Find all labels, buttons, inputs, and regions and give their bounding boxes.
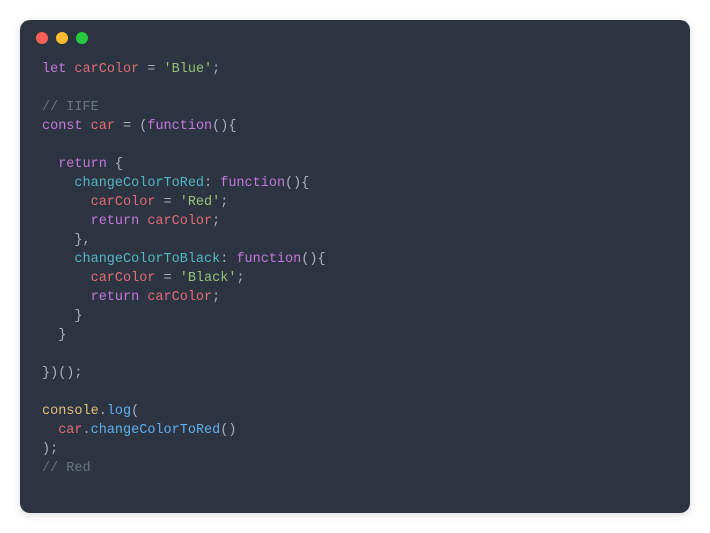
variable-car: car bbox=[58, 423, 82, 438]
paren-brace: (){ bbox=[285, 176, 309, 191]
paren-close-semi: ); bbox=[42, 442, 58, 457]
dot: . bbox=[99, 404, 107, 419]
keyword-let: let bbox=[42, 62, 66, 77]
variable-carcolor: carColor bbox=[91, 195, 156, 210]
colon: : bbox=[204, 176, 220, 191]
keyword-return: return bbox=[91, 290, 140, 305]
keyword-return: return bbox=[91, 214, 140, 229]
semicolon: ; bbox=[212, 62, 220, 77]
dot: . bbox=[83, 423, 91, 438]
brace-open: { bbox=[107, 157, 123, 172]
keyword-const: const bbox=[42, 119, 83, 134]
maximize-icon[interactable] bbox=[76, 32, 88, 44]
string-red: 'Red' bbox=[180, 195, 221, 210]
iife-close: })(); bbox=[42, 366, 83, 381]
close-icon[interactable] bbox=[36, 32, 48, 44]
semicolon: ; bbox=[212, 214, 220, 229]
operator-assign-paren: = ( bbox=[115, 119, 147, 134]
property-changecolortored: changeColorToRed bbox=[74, 176, 204, 191]
operator-assign: = bbox=[155, 195, 179, 210]
method-changecolortored: changeColorToRed bbox=[91, 423, 221, 438]
window-titlebar bbox=[20, 20, 690, 56]
paren-brace: (){ bbox=[212, 119, 236, 134]
colon: : bbox=[220, 252, 236, 267]
comment-iife: // IIFE bbox=[42, 100, 99, 115]
keyword-return: return bbox=[58, 157, 107, 172]
paren-open: ( bbox=[131, 404, 139, 419]
variable-carcolor: carColor bbox=[91, 271, 156, 286]
semicolon: ; bbox=[212, 290, 220, 305]
operator-assign: = bbox=[155, 271, 179, 286]
variable-car: car bbox=[91, 119, 115, 134]
keyword-function: function bbox=[220, 176, 285, 191]
keyword-function: function bbox=[236, 252, 301, 267]
code-block: let carColor = 'Blue'; // IIFE const car… bbox=[20, 56, 690, 494]
object-console: console bbox=[42, 404, 99, 419]
paren-brace: (){ bbox=[301, 252, 325, 267]
property-changecolortoblack: changeColorToBlack bbox=[74, 252, 220, 267]
paren-call: () bbox=[220, 423, 236, 438]
method-log: log bbox=[107, 404, 131, 419]
operator-assign: = bbox=[139, 62, 163, 77]
brace-close-comma: }, bbox=[74, 233, 90, 248]
semicolon: ; bbox=[236, 271, 244, 286]
code-window: let carColor = 'Blue'; // IIFE const car… bbox=[20, 20, 690, 513]
minimize-icon[interactable] bbox=[56, 32, 68, 44]
brace-close: } bbox=[58, 328, 66, 343]
string-blue: 'Blue' bbox=[164, 62, 213, 77]
semicolon: ; bbox=[220, 195, 228, 210]
brace-close: } bbox=[74, 309, 82, 324]
variable-carcolor: carColor bbox=[139, 214, 212, 229]
variable-carcolor: carColor bbox=[74, 62, 139, 77]
keyword-function: function bbox=[147, 119, 212, 134]
string-black: 'Black' bbox=[180, 271, 237, 286]
variable-carcolor: carColor bbox=[139, 290, 212, 305]
comment-red: // Red bbox=[42, 461, 91, 476]
